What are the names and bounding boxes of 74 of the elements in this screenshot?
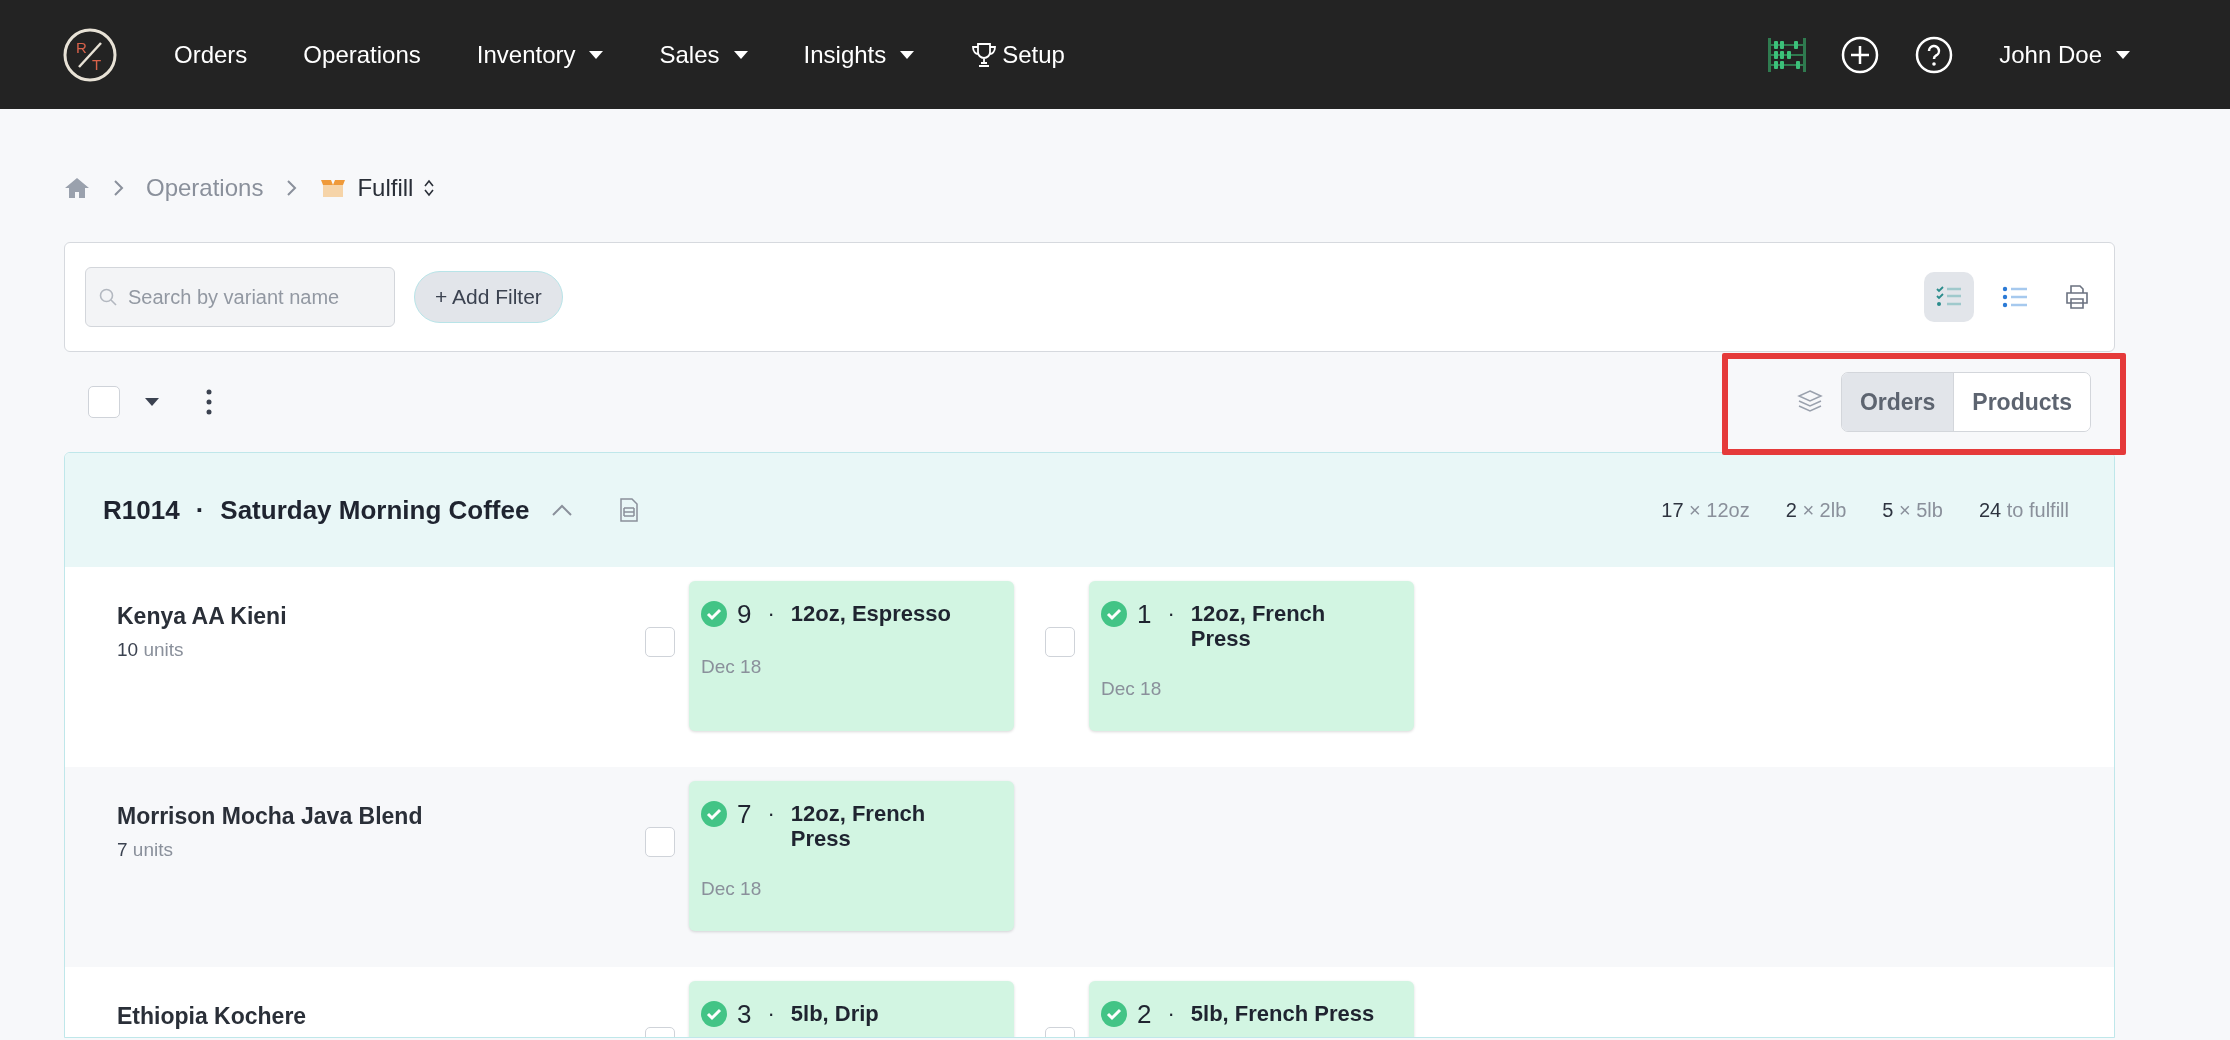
select-all-checkbox[interactable] [88, 386, 120, 418]
quantity: 2 [1137, 999, 1152, 1029]
chevron-icon [112, 179, 124, 197]
chevron-icon [285, 179, 298, 197]
logo-letter: R [76, 37, 87, 58]
add-filter-button[interactable]: + Add Filter [414, 271, 563, 323]
item-card[interactable]: 7 · 12oz, French Press Dec 18 [689, 781, 1014, 931]
box-icon [319, 177, 348, 199]
order-date: Dec 18 [701, 655, 763, 679]
home-icon[interactable] [64, 177, 90, 199]
order-stat: 24 to fulfill [1978, 498, 2069, 523]
order-stat: 17 × 12oz [1661, 498, 1750, 523]
search-icon [99, 288, 117, 306]
caret-icon[interactable] [733, 50, 748, 59]
variant-name: 12oz, French Press [1190, 600, 1327, 651]
quantity: 3 [737, 999, 752, 1029]
add-icon[interactable] [1841, 35, 1880, 74]
separator-dot: · [767, 800, 775, 828]
search-field[interactable]: Search by variant name [85, 267, 395, 327]
order-name: Saturday Morning Coffee [220, 493, 530, 527]
separator-dot: · [1167, 600, 1175, 628]
separator-dot: · [767, 1000, 775, 1028]
list-icon [2002, 286, 2028, 308]
help-icon[interactable] [1915, 35, 1954, 74]
nav-link[interactable]: Inventory [476, 36, 604, 73]
caret-icon[interactable] [589, 50, 604, 59]
group-by-tab[interactable]: Products [1953, 373, 2090, 431]
checklist-icon [1936, 286, 1962, 308]
item-card[interactable]: 3 · 5lb, Drip [689, 981, 1014, 1037]
unit-count: 7 units [117, 837, 174, 862]
product-name: Ethiopia Kochere [117, 1002, 308, 1031]
breadcrumb-current: Fulfill [357, 173, 414, 203]
separator-dot: · [195, 493, 205, 527]
variant-name: 5lb, French Press [1190, 1000, 1375, 1026]
separator-dot: · [767, 600, 775, 628]
item-card[interactable]: 1 · 12oz, French Press Dec 18 [1089, 581, 1414, 731]
variant-name: 5lb, Drip [790, 1000, 879, 1026]
unit-count: 10 units [117, 637, 185, 662]
collapse-icon[interactable] [551, 503, 574, 517]
nav-link[interactable]: Orders [174, 36, 248, 73]
more-icon[interactable] [206, 389, 212, 415]
nav-link[interactable]: Setup [970, 36, 1065, 73]
nav-link[interactable]: Insights [803, 36, 915, 73]
caret-icon[interactable] [144, 397, 160, 407]
quantity: 7 [737, 799, 752, 829]
variant-name: 12oz, French Press [790, 800, 927, 851]
document-icon[interactable] [619, 498, 640, 522]
logo[interactable] [62, 26, 118, 83]
variant-name: 12oz, Espresso [790, 600, 951, 626]
order-date: Dec 18 [701, 877, 763, 901]
caret-icon[interactable] [2116, 50, 2130, 59]
sort-icon[interactable] [423, 179, 436, 197]
order-date: Dec 18 [1101, 677, 1163, 701]
checklist-view-button[interactable] [1924, 272, 1974, 322]
item-card[interactable]: 9 · 12oz, Espresso Dec 18 [689, 581, 1014, 731]
user-menu[interactable]: John Doe [1999, 36, 2130, 73]
nav-link[interactable]: Operations [303, 36, 421, 73]
quantity: 1 [1137, 599, 1152, 629]
trophy-icon [970, 40, 999, 69]
separator-dot: · [1167, 1000, 1175, 1028]
item-card[interactable]: 2 · 5lb, French Press [1089, 981, 1414, 1037]
caret-icon[interactable] [900, 50, 915, 59]
layers-icon [1796, 389, 1823, 415]
order-stat: 2 × 2lb [1785, 498, 1847, 523]
quantity: 9 [737, 599, 752, 629]
abacus-icon[interactable] [1767, 36, 1808, 73]
product-name: Morrison Mocha Java Blend [117, 802, 424, 831]
product-name: Kenya AA Kieni [117, 602, 288, 631]
group-by-tab[interactable]: Orders [1841, 373, 1954, 431]
logo-letter: T [92, 54, 102, 75]
order-number: R1014 [103, 493, 180, 527]
print-icon[interactable] [2064, 284, 2090, 310]
order-stat: 5 × 5lb [1882, 498, 1943, 523]
nav-link[interactable]: Sales [659, 36, 748, 73]
